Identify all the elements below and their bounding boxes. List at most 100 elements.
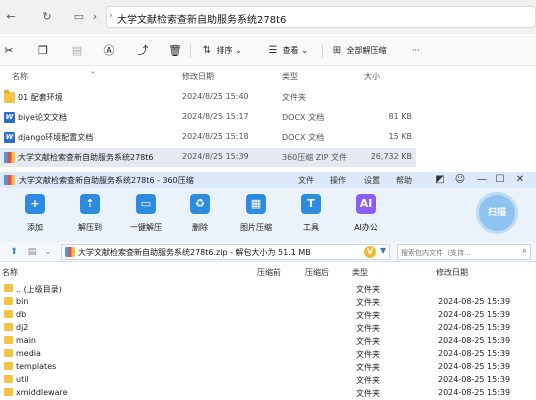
add-button[interactable]: + 添加 — [15, 194, 55, 238]
col-modified[interactable]: 修改日期 — [182, 71, 214, 82]
archive-search-input[interactable]: 搜索包内文件（支持... ⌕ — [397, 244, 531, 260]
menu-actions[interactable]: 操作 — [330, 175, 346, 186]
zcol-type[interactable]: 类型 — [352, 267, 368, 278]
ai-office-button[interactable]: AI AI办公 — [346, 194, 386, 238]
file-row[interactable]: W biye论文文档 2024/8/25 15:17 DOCX 文档 81 KB — [0, 108, 416, 127]
copy-icon[interactable]: ❐ — [36, 44, 50, 58]
view-button[interactable]: ☰ 查看 ⌄ — [266, 43, 308, 59]
file-type: DOCX 文档 — [282, 113, 325, 122]
folder-icon — [4, 362, 13, 370]
file-type: 文件夹 — [282, 93, 306, 102]
image-compress-button[interactable]: ▦ 图片压缩 — [236, 194, 276, 238]
entry-modified: 2024-08-25 15:39 — [438, 323, 511, 332]
chevron-down-icon[interactable]: ⌄ — [42, 246, 54, 258]
minimize-icon[interactable]: — — [476, 173, 488, 187]
share-icon[interactable]: ⤴ — [136, 44, 150, 58]
zcol-name[interactable]: 名称 — [2, 267, 18, 278]
entry-modified: 2024-08-25 15:39 — [438, 375, 511, 384]
zip-icon — [4, 152, 15, 163]
file-row[interactable]: 01 配套环境 2024/8/25 15:40 文件夹 — [0, 88, 416, 107]
view-mode-icon[interactable]: ▤ — [26, 246, 38, 258]
cut-icon[interactable]: ✂ — [2, 44, 16, 58]
tools-icon: T — [301, 194, 321, 214]
entry-type: 文件夹 — [356, 376, 380, 385]
one-click-extract-button[interactable]: ▭ 一键解压 — [126, 194, 166, 238]
paste-icon[interactable]: ▤ — [70, 44, 84, 58]
entry-name: templates — [16, 362, 57, 371]
menu-file[interactable]: 文件 — [298, 175, 314, 186]
extract-to-button[interactable]: ⇡ 解压到 — [70, 194, 110, 238]
folder-icon — [4, 90, 15, 103]
folder-icon — [4, 375, 13, 383]
chevron-right-icon: › — [92, 10, 98, 23]
one-click-extract-label: 一键解压 — [130, 223, 162, 232]
zip-address-bar: ⬆ ▤ ⌄ 大学文献检索查新自助服务系统278t6.zip - 解包大小为 51… — [0, 242, 536, 262]
more-button[interactable]: ··· — [412, 43, 420, 59]
col-type[interactable]: 类型 — [282, 71, 298, 82]
delete-button[interactable]: ♻ 删除 — [180, 194, 220, 238]
delete-icon[interactable]: 🗑 — [168, 44, 182, 58]
archive-row[interactable]: db 文件夹 2024-08-25 15:39 — [0, 308, 536, 321]
up-arrow-icon[interactable]: ⬆ — [8, 246, 20, 258]
rename-icon[interactable]: Ⓐ — [102, 44, 116, 58]
feedback-icon[interactable]: ☺ — [454, 173, 466, 187]
tools-button[interactable]: T 工具 — [291, 194, 331, 238]
entry-name: bin — [16, 297, 29, 306]
entry-type: 文件夹 — [356, 337, 380, 346]
entry-name: main — [16, 336, 36, 345]
chevron-down-icon: ⌄ — [301, 46, 308, 55]
maximize-icon[interactable]: ☐ — [494, 173, 506, 187]
docx-icon: W — [4, 112, 15, 123]
extract-to-label: 解压到 — [78, 223, 102, 232]
archive-row[interactable]: .. (上级目录) 文件夹 — [0, 282, 536, 295]
folder-icon — [4, 310, 13, 318]
scan-button[interactable]: 扫描 — [476, 192, 518, 234]
add-icon: + — [25, 194, 45, 214]
zcol-compressed[interactable]: 压缩前 — [257, 267, 281, 278]
ai-office-label: AI办公 — [354, 223, 378, 232]
zcol-modified[interactable]: 修改日期 — [436, 267, 468, 278]
menu-settings[interactable]: 设置 — [364, 175, 380, 186]
entry-name: .. (上级目录) — [16, 285, 62, 294]
file-row-selected[interactable]: 大学文献检索查新自助服务系统278t6 2024/8/25 15:39 360压… — [0, 148, 416, 167]
archive-row[interactable]: dj2 文件夹 2024-08-25 15:39 — [0, 321, 536, 334]
image-compress-icon: ▦ — [246, 194, 266, 214]
search-icon[interactable]: ⌕ — [522, 246, 527, 256]
archive-row[interactable]: util 文件夹 2024-08-25 15:39 — [0, 373, 536, 386]
chevron-right-icon: › — [109, 11, 113, 21]
entry-modified: 2024-08-25 15:39 — [438, 310, 511, 319]
archive-row[interactable]: main 文件夹 2024-08-25 15:39 — [0, 334, 536, 347]
archive-path-field[interactable]: 大学文献检索查新自助服务系统278t6.zip - 解包大小为 51.1 MB … — [61, 244, 390, 260]
file-row[interactable]: W django环境配置文档 2024/8/25 15:18 DOCX 文档 1… — [0, 128, 416, 147]
delete-icon: ♻ — [190, 194, 210, 214]
extract-all-button[interactable]: ⊞ 全部解压缩 — [330, 43, 387, 59]
explorer-address-row: ← ↻ ▭ › › 大学文献检索查新自助服务系统278t6 — [0, 0, 536, 34]
refresh-icon[interactable]: ↻ — [40, 10, 54, 24]
file-name: 大学文献检索查新自助服务系统278t6 — [18, 153, 154, 162]
path-dropdown-icon[interactable]: ▼ — [380, 246, 386, 255]
file-name: 01 配套环境 — [18, 93, 63, 102]
view-icon: ☰ — [268, 45, 278, 56]
extract-all-label: 全部解压缩 — [346, 46, 387, 55]
entry-name: util — [16, 375, 29, 384]
entry-modified: 2024-08-25 15:39 — [438, 388, 511, 397]
entry-type: 文件夹 — [356, 311, 380, 320]
archive-row[interactable]: templates 文件夹 2024-08-25 15:39 — [0, 360, 536, 373]
monitor-icon[interactable]: ▭ — [72, 10, 86, 24]
sort-button[interactable]: ⇅ 排序 ⌄ — [200, 43, 242, 59]
col-name[interactable]: 名称 — [12, 71, 28, 82]
folder-icon — [4, 349, 13, 357]
col-size[interactable]: 大小 — [364, 71, 380, 82]
file-explorer-window: ← ↻ ▭ › › 大学文献检索查新自助服务系统278t6 ✂ ❐ ▤ Ⓐ ⤴ … — [0, 0, 536, 172]
archive-row[interactable]: bin 文件夹 2024-08-25 15:39 — [0, 295, 536, 308]
close-icon[interactable]: ✕ — [514, 173, 526, 187]
file-modified: 2024/8/25 15:17 — [182, 112, 249, 121]
folder-icon — [4, 297, 13, 305]
menu-help[interactable]: 帮助 — [396, 175, 412, 186]
archive-row[interactable]: media 文件夹 2024-08-25 15:39 — [0, 347, 536, 360]
zcol-packed[interactable]: 压缩后 — [305, 267, 329, 278]
address-bar[interactable]: › 大学文献检索查新自助服务系统278t6 — [106, 6, 536, 28]
archive-row[interactable]: xmiddleware 文件夹 2024-08-25 15:39 — [0, 386, 536, 399]
back-icon[interactable]: ← — [4, 10, 18, 24]
skin-icon[interactable]: ◩ — [434, 173, 446, 187]
